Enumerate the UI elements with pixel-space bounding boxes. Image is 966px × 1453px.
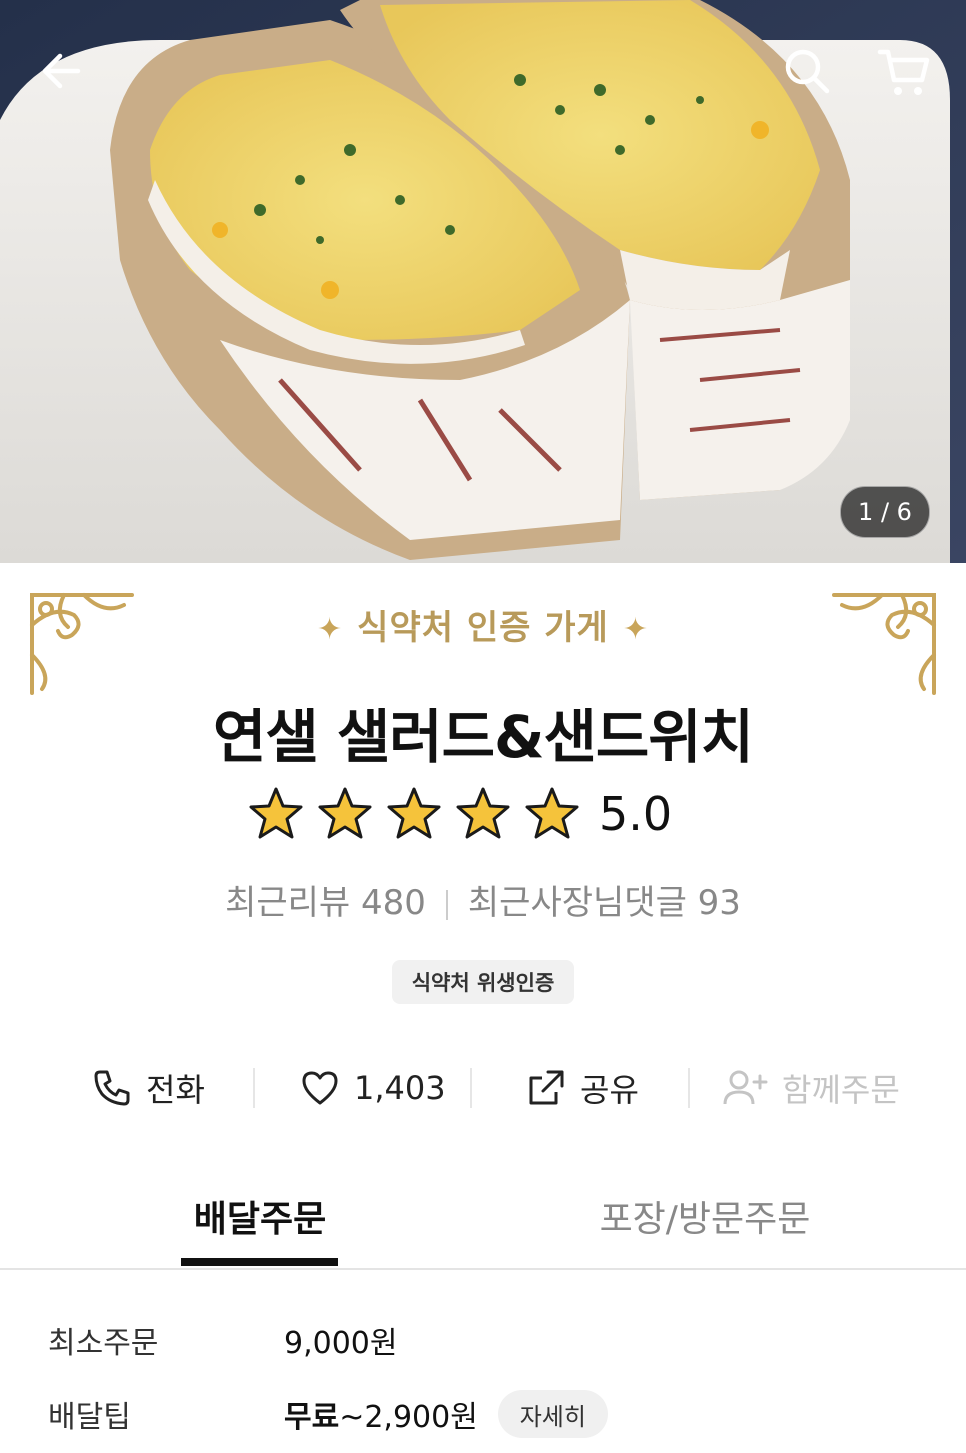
- share-button[interactable]: 공유: [526, 1058, 639, 1118]
- phone-icon: [94, 1070, 130, 1106]
- store-name: 연샐 샐러드&샌드위치: [212, 703, 754, 771]
- image-counter: 1 / 6: [840, 486, 930, 538]
- add-user-icon: [723, 1070, 768, 1105]
- favorite-count: 1,403: [354, 1069, 446, 1107]
- delivery-tip-detail-button[interactable]: 자세히: [497, 1390, 608, 1438]
- certification-title-text: 식약처 인증 가게: [357, 608, 609, 648]
- action-bar: 전화 1,403 공유 함께주문: [0, 1058, 966, 1118]
- order-type-tabs: 배달주문 포장/방문주문: [0, 1190, 966, 1270]
- min-order-value: 9,000원: [284, 1326, 398, 1361]
- store-hero-image[interactable]: 1 / 6: [0, 0, 966, 563]
- active-tab-indicator: [181, 1258, 338, 1266]
- action-divider: [470, 1068, 472, 1108]
- cart-icon: [877, 49, 930, 95]
- review-summary: 최근리뷰 480 최근사장님댓글 93: [0, 875, 966, 924]
- delivery-tip-row: 배달팁 무료~2,900원 자세히: [48, 1390, 608, 1438]
- share-label: 공유: [580, 1071, 639, 1109]
- review-separator: [445, 889, 448, 920]
- min-order-label: 최소주문: [48, 1326, 159, 1361]
- rating-score: 5.0: [599, 787, 673, 841]
- cart-button[interactable]: [876, 46, 932, 100]
- delivery-tip-value: 무료~2,900원: [284, 1392, 478, 1436]
- leaf-left-icon: ✦: [317, 612, 344, 647]
- hygiene-badge: 식약처 위생인증: [392, 960, 574, 1004]
- search-icon: [785, 49, 830, 94]
- store-rating: 5.0: [248, 786, 672, 842]
- recent-reviews-link[interactable]: 최근리뷰 480: [225, 883, 426, 923]
- min-order-row: 최소주문 9,000원: [48, 1318, 397, 1362]
- share-icon: [529, 1070, 564, 1105]
- heart-icon: [302, 1071, 338, 1105]
- owner-replies-link[interactable]: 최근사장님댓글 93: [468, 883, 741, 923]
- group-order-label: 함께주문: [782, 1071, 900, 1109]
- star-icon: [456, 787, 510, 839]
- delivery-tip-free: 무료: [284, 1400, 340, 1435]
- search-button[interactable]: [782, 46, 832, 96]
- leaf-right-icon: ✦: [622, 612, 649, 647]
- group-order-button[interactable]: 함께주문: [722, 1058, 900, 1118]
- delivery-tip-range: ~2,900원: [339, 1400, 478, 1435]
- tab-pickup[interactable]: 포장/방문주문: [580, 1190, 830, 1266]
- call-button[interactable]: 전화: [92, 1058, 205, 1118]
- star-icon: [387, 787, 441, 839]
- star-icon: [318, 787, 372, 839]
- action-divider: [253, 1068, 255, 1108]
- back-button[interactable]: [38, 48, 84, 94]
- action-divider: [688, 1068, 690, 1108]
- call-label: 전화: [146, 1071, 205, 1109]
- star-icon: [525, 787, 579, 839]
- certification-title: ✦ 식약처 인증 가게 ✦: [0, 600, 966, 649]
- star-icon: [249, 787, 303, 839]
- favorite-button[interactable]: 1,403: [300, 1058, 446, 1118]
- tab-delivery[interactable]: 배달주문: [160, 1190, 360, 1266]
- arrow-left-icon: [42, 53, 81, 89]
- delivery-tip-label: 배달팁: [48, 1400, 131, 1435]
